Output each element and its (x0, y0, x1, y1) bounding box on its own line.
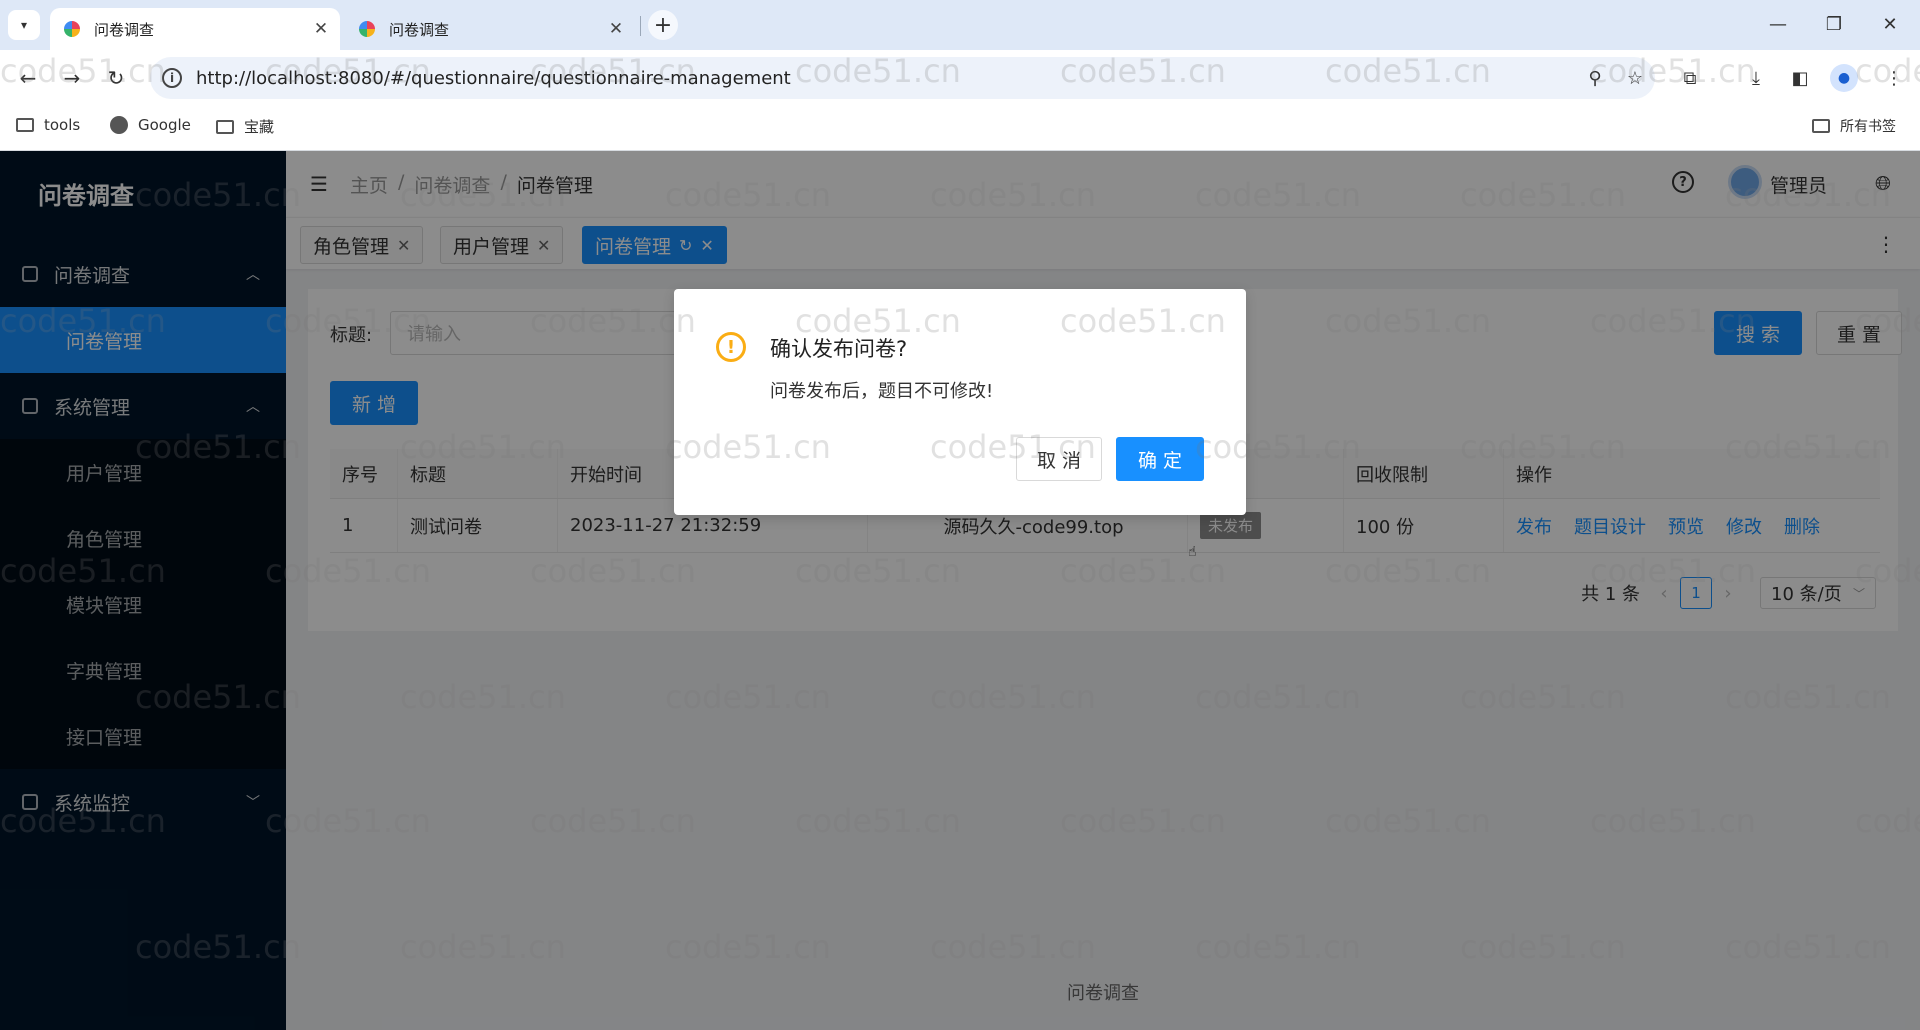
omnibox[interactable]: i http://localhost:8080/#/questionnaire/… (150, 57, 1655, 99)
bookmark-star-icon[interactable]: ☆ (1615, 68, 1655, 89)
dialog-title: 确认发布问卷? (770, 337, 908, 361)
download-icon[interactable]: ⤓ (1740, 62, 1772, 94)
all-bookmarks-label: 所有书签 (1840, 119, 1896, 135)
hand-cursor-icon: ☝ (1188, 544, 1197, 560)
browser-menu-icon[interactable]: ⋮ (1878, 62, 1910, 94)
globe-icon (110, 116, 128, 134)
bookmark-label: Google (138, 116, 191, 134)
folder-icon (216, 119, 234, 134)
close-tab-icon[interactable]: ✕ (308, 19, 334, 39)
bookmark-label: tools (44, 116, 81, 134)
address-bar: ← → ↻ i http://localhost:8080/#/question… (0, 50, 1920, 106)
tab-separator (640, 16, 641, 36)
browser-tab-title: 问卷调查 (94, 20, 155, 39)
bookmark-treasure[interactable]: 宝藏 (216, 116, 274, 137)
url-text[interactable]: http://localhost:8080/#/questionnaire/qu… (196, 68, 1575, 89)
bookmark-tools[interactable]: tools (16, 116, 80, 134)
dialog-content: 问卷发布后，题目不可修改! (770, 381, 994, 402)
cancel-button[interactable]: 取 消 (1016, 437, 1102, 481)
back-button[interactable]: ← (12, 62, 44, 94)
folder-icon (16, 118, 34, 132)
browser-tab-title: 问卷调查 (389, 20, 450, 39)
confirm-dialog: ! 确认发布问卷? 问卷发布后，题目不可修改! 取 消 确 定 (674, 289, 1246, 515)
profile-icon[interactable]: ● (1830, 64, 1858, 92)
warning-icon: ! (716, 332, 746, 362)
bookmark-label: 宝藏 (244, 118, 275, 136)
new-tab-button[interactable]: + (648, 10, 678, 40)
forward-button[interactable]: → (56, 62, 88, 94)
favicon-icon (359, 21, 375, 37)
browser-tabbar: ▾ 问卷调查 ✕ 问卷调查 ✕ + — ❐ ✕ (0, 0, 1920, 50)
zoom-icon[interactable]: ⚲ (1575, 68, 1615, 89)
folder-icon (1812, 119, 1830, 133)
site-info-icon[interactable]: i (162, 68, 182, 88)
bookmarks-bar: tools Google 宝藏 所有书签 (0, 106, 1920, 151)
close-tab-icon[interactable]: ✕ (603, 19, 629, 39)
reload-button[interactable]: ↻ (100, 62, 132, 94)
tab-search-button[interactable]: ▾ (8, 10, 40, 40)
favicon-icon (64, 21, 80, 37)
restore-button[interactable]: ❐ (1806, 8, 1862, 40)
close-window-button[interactable]: ✕ (1862, 8, 1918, 40)
browser-tab-active[interactable]: 问卷调查 ✕ (50, 8, 340, 50)
browser-tab[interactable]: 问卷调查 ✕ (345, 8, 635, 50)
side-panel-icon[interactable]: ◧ (1784, 62, 1816, 94)
minimize-button[interactable]: — (1750, 8, 1806, 40)
bookmark-google[interactable]: Google (110, 116, 191, 134)
all-bookmarks[interactable]: 所有书签 (1812, 116, 1896, 136)
extensions-icon[interactable]: ⧉ (1674, 62, 1706, 94)
confirm-button[interactable]: 确 定 (1116, 437, 1204, 481)
modal-mask[interactable] (0, 151, 1920, 1030)
